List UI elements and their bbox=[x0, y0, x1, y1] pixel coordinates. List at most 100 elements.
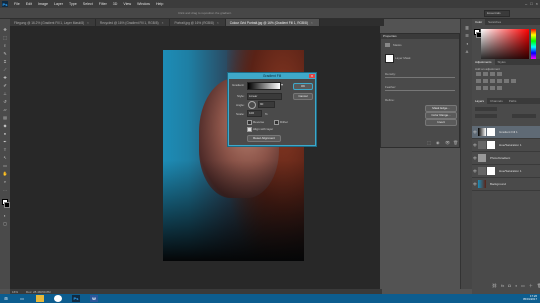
tab-document-1[interactable]: Fliegung @ 16.2% (Gradient Fill 1, Layer… bbox=[10, 19, 96, 26]
ok-button[interactable]: OK bbox=[293, 83, 313, 90]
menu-filter[interactable]: Filter bbox=[96, 2, 110, 6]
tab-swatches[interactable]: Swatches bbox=[485, 19, 504, 25]
maximize-icon[interactable]: □ bbox=[530, 1, 532, 6]
close-tab-icon[interactable]: × bbox=[162, 21, 164, 25]
tab-document-2[interactable]: Recycled @ 16% (Gradient Fill 1, RGB/8) × bbox=[95, 19, 171, 26]
add-mask-icon[interactable]: ◘ bbox=[508, 283, 510, 289]
close-tab-icon[interactable]: × bbox=[311, 21, 313, 25]
hand-tool-icon[interactable]: ✋ bbox=[2, 171, 8, 176]
invert-adjustment-icon[interactable] bbox=[476, 86, 481, 90]
fx-icon[interactable]: fx bbox=[501, 283, 504, 289]
blend-mode-select[interactable] bbox=[475, 114, 497, 118]
clock-date[interactable]: 05/01/2017 bbox=[523, 297, 537, 301]
tab-color[interactable]: Color bbox=[472, 19, 486, 25]
menu-window[interactable]: Window bbox=[134, 2, 153, 6]
edit-toolbar-icon[interactable]: … bbox=[2, 187, 8, 192]
file-explorer-icon[interactable] bbox=[36, 295, 44, 302]
crop-tool-icon[interactable]: ⌗ bbox=[2, 59, 8, 64]
pen-tool-icon[interactable]: ✒ bbox=[2, 139, 8, 144]
apply-mask-icon[interactable]: ◉ bbox=[436, 140, 440, 145]
new-adjustment-icon[interactable]: ◑ bbox=[515, 283, 517, 289]
task-view-icon[interactable]: ▭ bbox=[18, 295, 26, 302]
dialog-close-icon[interactable]: ✕ bbox=[309, 74, 315, 78]
marquee-tool-icon[interactable]: ⬚ bbox=[2, 35, 8, 40]
invert-button[interactable]: Invert bbox=[425, 119, 457, 126]
vibrance-adjustment-icon[interactable] bbox=[476, 79, 481, 83]
color-balance-adjustment-icon[interactable] bbox=[490, 79, 495, 83]
tab-document-3[interactable]: Portrait.jpg @ 16% (RGB/8) × bbox=[170, 19, 226, 26]
exposure-adjustment-icon[interactable] bbox=[497, 72, 502, 76]
close-tab-icon[interactable]: × bbox=[87, 21, 89, 25]
trash-icon[interactable]: 🗑 bbox=[453, 140, 458, 145]
tab-layers[interactable]: Layers bbox=[472, 98, 488, 104]
menu-file[interactable]: File bbox=[11, 2, 23, 6]
layer-row[interactable]: 👁 Background bbox=[472, 178, 540, 191]
levels-adjustment-icon[interactable] bbox=[483, 72, 488, 76]
word-icon[interactable]: W bbox=[90, 295, 98, 302]
layer-row[interactable]: 👁 Hue/Saturation 1 bbox=[472, 139, 540, 152]
blur-tool-icon[interactable]: ◆ bbox=[2, 123, 8, 128]
dither-checkbox[interactable] bbox=[274, 120, 279, 125]
photo-filter-adjustment-icon[interactable] bbox=[504, 79, 509, 83]
scale-field[interactable]: 100 bbox=[247, 110, 262, 117]
color-range-button[interactable]: Color Range... bbox=[425, 112, 457, 119]
gradient-map-adjustment-icon[interactable] bbox=[497, 86, 502, 90]
eyedropper-tool-icon[interactable]: ⟋ bbox=[2, 67, 8, 72]
brush-tool-icon[interactable]: ✐ bbox=[2, 83, 8, 88]
adjustments-panel-icon[interactable]: ◑ bbox=[464, 41, 470, 46]
tab-document-4[interactable]: Colour Grid Portrait.jpg @ 16% (Gradient… bbox=[225, 19, 320, 26]
tab-paths[interactable]: Paths bbox=[506, 98, 520, 104]
link-icon[interactable]: ⛓ bbox=[492, 283, 497, 289]
mask-edge-button[interactable]: Mask Edge... bbox=[425, 105, 457, 112]
new-layer-icon[interactable]: ＋ bbox=[529, 283, 533, 289]
layer-row[interactable]: 👁 Photo/Gradient bbox=[472, 152, 540, 165]
clone-stamp-tool-icon[interactable]: ⊥ bbox=[2, 91, 8, 96]
properties-panel-icon[interactable]: ☰ bbox=[464, 33, 470, 38]
dodge-tool-icon[interactable]: ● bbox=[2, 131, 8, 136]
opacity-field[interactable] bbox=[512, 114, 536, 118]
new-group-icon[interactable]: ▭ bbox=[521, 283, 525, 289]
style-select[interactable]: Linear bbox=[247, 93, 282, 100]
tab-channels[interactable]: Channels bbox=[487, 98, 506, 104]
zoom-level[interactable]: 16% bbox=[12, 290, 18, 294]
windows-start-icon[interactable]: ⊞ bbox=[2, 295, 10, 302]
close-icon[interactable]: × bbox=[536, 1, 538, 6]
hue-saturation-adjustment-icon[interactable] bbox=[483, 79, 488, 83]
path-select-tool-icon[interactable]: ↖ bbox=[2, 155, 8, 160]
menu-layer[interactable]: Layer bbox=[51, 2, 66, 6]
layer-mask-thumbnail[interactable] bbox=[385, 54, 394, 63]
menu-edit[interactable]: Edit bbox=[23, 2, 35, 6]
reverse-checkbox[interactable] bbox=[247, 120, 252, 125]
chrome-icon[interactable] bbox=[54, 295, 62, 302]
healing-brush-tool-icon[interactable]: ✚ bbox=[2, 75, 8, 80]
menu-image[interactable]: Image bbox=[35, 2, 51, 6]
photoshop-taskbar-icon[interactable]: Ps bbox=[72, 295, 80, 302]
feather-slider[interactable] bbox=[385, 90, 455, 91]
layer-filter-select[interactable] bbox=[475, 107, 497, 111]
lasso-tool-icon[interactable]: ℓ bbox=[2, 43, 8, 48]
character-panel-icon[interactable]: A bbox=[464, 49, 470, 54]
menu-help[interactable]: Help bbox=[153, 2, 166, 6]
quick-mask-icon[interactable]: ◐ bbox=[2, 213, 8, 218]
reset-alignment-button[interactable]: Reset Alignment bbox=[247, 135, 281, 142]
tab-styles[interactable]: Styles bbox=[495, 59, 509, 65]
angle-dial-icon[interactable] bbox=[248, 101, 256, 109]
move-tool-icon[interactable]: ✥ bbox=[2, 27, 8, 32]
align-with-layer-checkbox[interactable] bbox=[247, 127, 252, 132]
black-white-adjustment-icon[interactable] bbox=[497, 79, 502, 83]
workspace-select[interactable]: Essentials bbox=[484, 10, 510, 17]
type-tool-icon[interactable]: T bbox=[2, 147, 8, 152]
visibility-icon[interactable]: 👁 bbox=[445, 140, 450, 145]
menu-3d[interactable]: 3D bbox=[110, 2, 121, 6]
posterize-adjustment-icon[interactable] bbox=[483, 86, 488, 90]
quick-select-tool-icon[interactable]: ✎ bbox=[2, 51, 8, 56]
shape-tool-icon[interactable]: ▭ bbox=[2, 163, 8, 168]
close-tab-icon[interactable]: × bbox=[217, 21, 219, 25]
layer-row[interactable]: 👁 Gradient Fill 1 bbox=[472, 126, 540, 139]
channel-mixer-adjustment-icon[interactable] bbox=[511, 79, 516, 83]
gradient-tool-icon[interactable]: ▤ bbox=[2, 115, 8, 120]
curves-adjustment-icon[interactable] bbox=[490, 72, 495, 76]
menu-select[interactable]: Select bbox=[80, 2, 96, 6]
eraser-tool-icon[interactable]: ▱ bbox=[2, 107, 8, 112]
menu-type[interactable]: Type bbox=[66, 2, 80, 6]
